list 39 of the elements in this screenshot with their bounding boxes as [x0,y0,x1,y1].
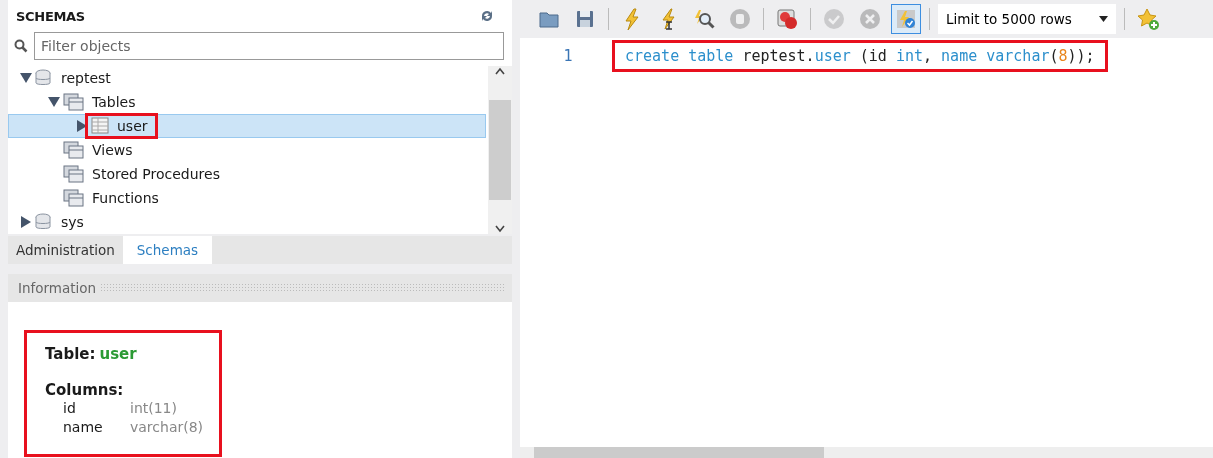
tree-item-label[interactable]: sys [61,214,84,230]
refresh-icon [480,9,494,23]
limit-dropdown[interactable]: Limit to 5000 rows [938,4,1116,34]
table-name: user [99,345,137,363]
panel-title: SCHEMAS [16,8,85,24]
scroll-down-icon [494,224,506,234]
folder-stack-icon [63,189,84,207]
tree-item-label[interactable]: Views [92,142,133,158]
filter-field[interactable]: Filter objects [34,32,504,60]
scrollbar-thumb[interactable] [489,100,511,200]
save-icon [574,8,596,30]
scroll-up-icon [494,66,506,76]
search-icon [14,39,28,53]
magnifier-icon [693,8,715,30]
caret-icon [1099,16,1108,22]
cancel-icon [859,8,881,30]
tree-item-label[interactable]: Functions [92,190,159,206]
folder-stack-icon [63,165,84,183]
tree-item-label[interactable]: Stored Procedures [92,166,220,182]
section-title: Information [18,280,97,296]
table-icon [91,117,109,135]
tree-item-label[interactable]: reptest [61,70,111,86]
tab[interactable]: Schemas [122,236,213,264]
tree-item-label[interactable]: Tables [92,94,136,110]
database-icon [35,69,53,87]
column-name: name [63,418,104,437]
folder-stack-icon [63,93,84,111]
scrollbar-thumb[interactable] [534,447,824,458]
check-icon [823,8,845,30]
star-add-icon [1137,8,1159,30]
column-name: id [63,399,77,418]
column-type: varchar(8) [130,418,204,437]
table-label: Table: [45,345,96,363]
database-icon [35,213,53,231]
column-type: int(11) [130,399,177,418]
folder-stack-icon [63,141,84,159]
line-number: 1 [562,47,574,65]
columns-label: Columns: [45,381,125,399]
tree-item-label[interactable]: user [117,118,148,134]
